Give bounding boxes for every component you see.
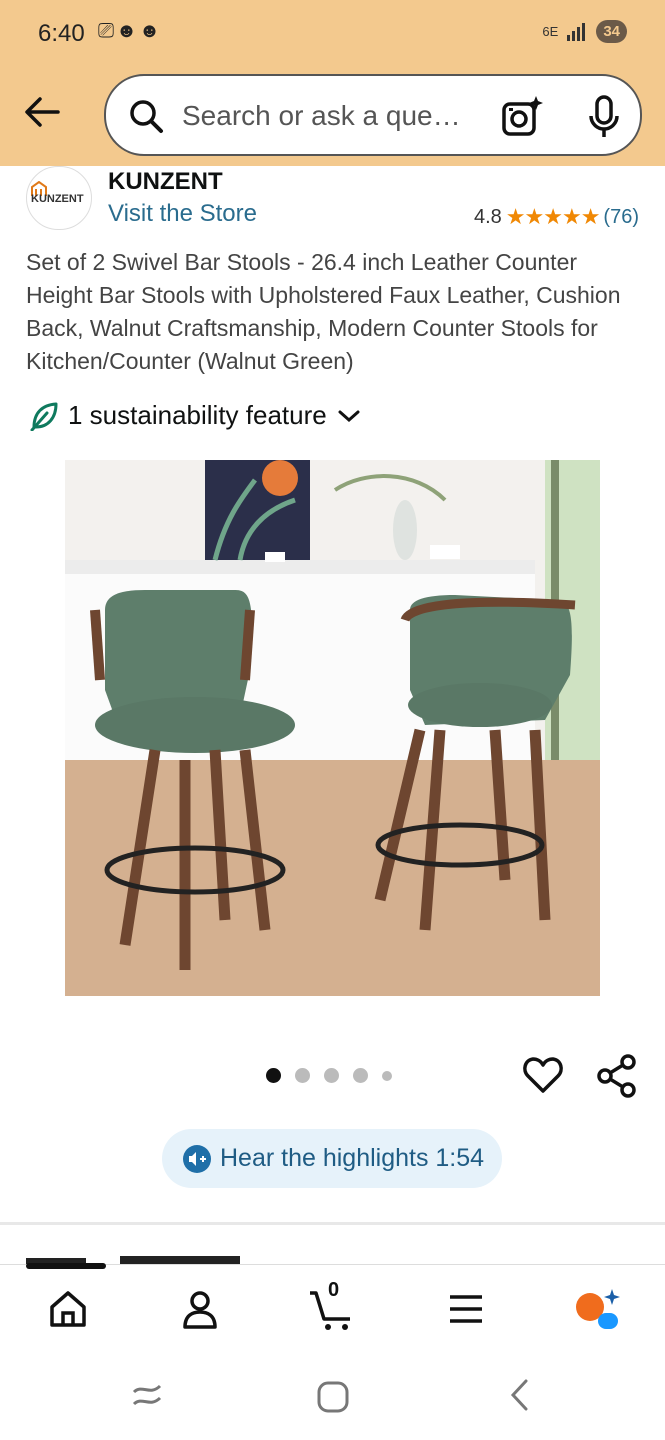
carousel-dot-1[interactable] [266,1068,281,1083]
home-icon[interactable] [44,1285,92,1333]
rating-value: 4.8 [473,205,502,228]
status-time: 6:40 [38,20,85,47]
network-label: 6E [542,24,559,39]
signal-icon [567,22,586,41]
account-icon[interactable] [176,1285,224,1333]
sustainability-label: 1 sustainability feature [68,400,327,430]
carousel-dot-2[interactable] [295,1068,310,1083]
next-section-peek [26,1256,240,1264]
product-title: Set of 2 Swivel Bar Stools - 26.4 inch L… [26,249,621,374]
share-icon[interactable] [596,1054,638,1098]
bar-stools-illustration [65,460,600,996]
battery-indicator: 34 [596,20,627,43]
menu-icon[interactable] [442,1285,490,1333]
leaf-icon [30,402,58,431]
carousel-dot-5[interactable] [382,1070,392,1081]
brand-logo[interactable]: KUNZENT [26,166,92,230]
rufus-icon[interactable] [574,1285,622,1333]
visit-store-link[interactable]: Visit the Store [108,200,257,228]
carousel-dot-3[interactable] [324,1068,339,1083]
back-arrow-icon[interactable] [22,92,62,132]
microphone-icon[interactable] [584,94,624,140]
back-nav-icon[interactable] [508,1378,532,1412]
search-input[interactable]: Search or ask a que… [182,100,461,132]
search-box[interactable]: Search or ask a que… [104,74,642,156]
hear-highlights-label: Hear the highlights 1:54 [220,1144,485,1172]
sustainability-toggle[interactable]: 1 sustainability feature [30,400,361,431]
recent-apps-icon[interactable] [130,1380,164,1408]
bottom-nav: 0 [0,1263,665,1344]
cart-count: 0 [328,1279,340,1301]
brand-row: KUNZENT KUNZENT Visit the Store 4.8 ★★★★… [0,166,665,236]
chevron-down-icon [338,410,360,422]
carousel-dot-4[interactable] [353,1068,368,1083]
section-divider [0,1222,665,1225]
home-nav-icon[interactable] [316,1380,350,1414]
brand-logo-text: KUNZENT [31,193,84,205]
heart-icon[interactable] [522,1054,564,1096]
status-right: 6E 34 [542,20,627,43]
search-icon [130,100,163,133]
camera-search-icon[interactable] [500,94,544,138]
product-image[interactable] [65,460,600,996]
system-nav-bar [0,1344,665,1440]
image-carousel-dots[interactable] [266,1068,392,1083]
status-bar: 6:40 ⎚☻☻ 6E 34 [0,0,665,68]
review-count[interactable]: (76) [603,206,639,229]
rating-stars-icon: ★★★★★ [505,204,601,229]
hear-highlights-button[interactable]: Hear the highlights 1:54 [162,1129,502,1188]
search-header: Search or ask a que… [0,68,665,166]
audio-play-icon [183,1144,211,1173]
active-tab-indicator [26,1263,106,1269]
notification-icons: ⎚☻☻ [98,20,163,42]
cart-button[interactable]: 0 [308,1279,356,1333]
brand-name: KUNZENT [108,168,223,195]
rating-summary[interactable]: 4.8 ★★★★★ (76) [474,204,639,230]
